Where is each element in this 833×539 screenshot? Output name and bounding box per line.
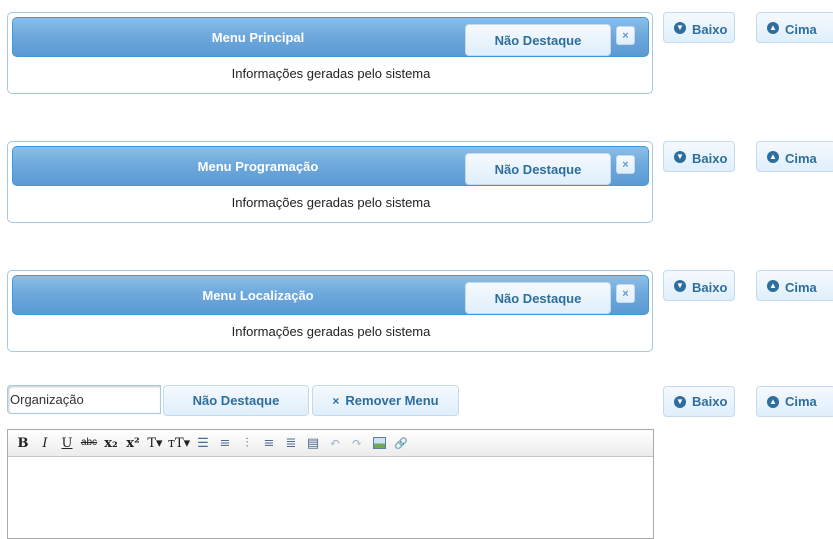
remove-x-icon: × xyxy=(332,393,340,408)
editor-content-area[interactable] xyxy=(8,457,653,539)
move-up-label: Cima xyxy=(785,22,817,37)
align-left-icon[interactable]: ⫶ xyxy=(238,434,256,452)
move-up-label: Cima xyxy=(785,151,817,166)
menu-panel: Menu Localização Não Destaque × Informaç… xyxy=(7,270,653,352)
nao-destaque-button[interactable]: Não Destaque xyxy=(465,282,611,314)
panel-info-text: Informações geradas pelo sistema xyxy=(231,66,431,81)
move-down-label: Baixo xyxy=(692,280,728,295)
underline-icon[interactable]: U xyxy=(58,434,76,452)
panel-header[interactable]: Menu Principal Não Destaque × xyxy=(12,17,649,57)
nao-destaque-button[interactable]: Não Destaque xyxy=(465,153,611,185)
move-down-label: Baixo xyxy=(692,22,728,37)
close-icon[interactable]: × xyxy=(616,284,635,303)
redo-icon[interactable]: ↷ xyxy=(348,434,366,452)
move-down-label: Baixo xyxy=(692,394,728,409)
arrow-down-circle-icon: ▼ xyxy=(674,280,686,292)
editor-toolbar: B I U abc x₂ x² T▾ тT▾ ☰ ≡ ⫶ ≡ ≣ ▤ ↶ ↷ 🔗 xyxy=(8,430,653,457)
close-icon[interactable]: × xyxy=(616,155,635,174)
move-down-button[interactable]: ▼ Baixo xyxy=(663,12,735,43)
panel-info-text: Informações geradas pelo sistema xyxy=(231,195,431,210)
close-icon[interactable]: × xyxy=(616,26,635,45)
move-down-button[interactable]: ▼ Baixo xyxy=(663,141,735,172)
move-up-button[interactable]: ▲ Cima xyxy=(756,270,833,301)
align-right-icon[interactable]: ≣ xyxy=(282,434,300,452)
menu-name-input[interactable] xyxy=(7,385,161,414)
menu-panel: Menu Principal Não Destaque × Informaçõe… xyxy=(7,12,653,94)
image-glyph xyxy=(372,437,386,449)
bold-icon[interactable]: B xyxy=(14,434,32,452)
panel-title: Menu Localização xyxy=(202,288,314,303)
arrow-down-circle-icon: ▼ xyxy=(674,22,686,34)
nao-destaque-button[interactable]: Não Destaque xyxy=(163,385,309,416)
undo-icon[interactable]: ↶ xyxy=(326,434,344,452)
arrow-down-circle-icon: ▼ xyxy=(674,395,686,408)
justify-icon[interactable]: ▤ xyxy=(304,434,322,452)
menu-panel: Menu Programação Não Destaque × Informaç… xyxy=(7,141,653,223)
move-up-label: Cima xyxy=(785,280,817,295)
italic-icon[interactable]: I xyxy=(36,434,54,452)
arrow-down-circle-icon: ▼ xyxy=(674,151,686,163)
panel-header[interactable]: Menu Localização Não Destaque × xyxy=(12,275,649,315)
arrow-up-circle-icon: ▲ xyxy=(767,395,779,408)
link-icon[interactable]: 🔗 xyxy=(392,434,410,452)
arrow-up-circle-icon: ▲ xyxy=(767,151,779,163)
panel-title: Menu Principal xyxy=(211,30,305,45)
font-size-icon[interactable]: T▾ xyxy=(146,434,164,452)
font-family-icon[interactable]: тT▾ xyxy=(168,434,190,452)
panel-header[interactable]: Menu Programação Não Destaque × xyxy=(12,146,649,186)
superscript-icon[interactable]: x² xyxy=(124,434,142,452)
remove-menu-button[interactable]: × Remover Menu xyxy=(312,385,459,416)
strikethrough-icon[interactable]: abc xyxy=(80,434,98,452)
move-down-label: Baixo xyxy=(692,151,728,166)
align-center-icon[interactable]: ≡ xyxy=(260,434,278,452)
arrow-up-circle-icon: ▲ xyxy=(767,280,779,292)
panel-title: Menu Programação xyxy=(197,159,319,174)
subscript-icon[interactable]: x₂ xyxy=(102,434,120,452)
nao-destaque-button[interactable]: Não Destaque xyxy=(465,24,611,56)
move-down-button[interactable]: ▼ Baixo xyxy=(663,386,735,417)
move-down-button[interactable]: ▼ Baixo xyxy=(663,270,735,301)
move-up-button[interactable]: ▲ Cima xyxy=(756,386,833,417)
rich-text-editor: B I U abc x₂ x² T▾ тT▾ ☰ ≡ ⫶ ≡ ≣ ▤ ↶ ↷ 🔗 xyxy=(7,429,654,539)
move-up-label: Cima xyxy=(785,394,817,409)
image-icon[interactable] xyxy=(370,434,388,452)
arrow-up-circle-icon: ▲ xyxy=(767,22,779,34)
remove-menu-label: Remover Menu xyxy=(345,393,439,408)
bullet-list-icon[interactable]: ☰ xyxy=(194,434,212,452)
move-up-button[interactable]: ▲ Cima xyxy=(756,12,833,43)
move-up-button[interactable]: ▲ Cima xyxy=(756,141,833,172)
numbered-list-icon[interactable]: ≡ xyxy=(216,434,234,452)
panel-info-text: Informações geradas pelo sistema xyxy=(231,324,431,339)
